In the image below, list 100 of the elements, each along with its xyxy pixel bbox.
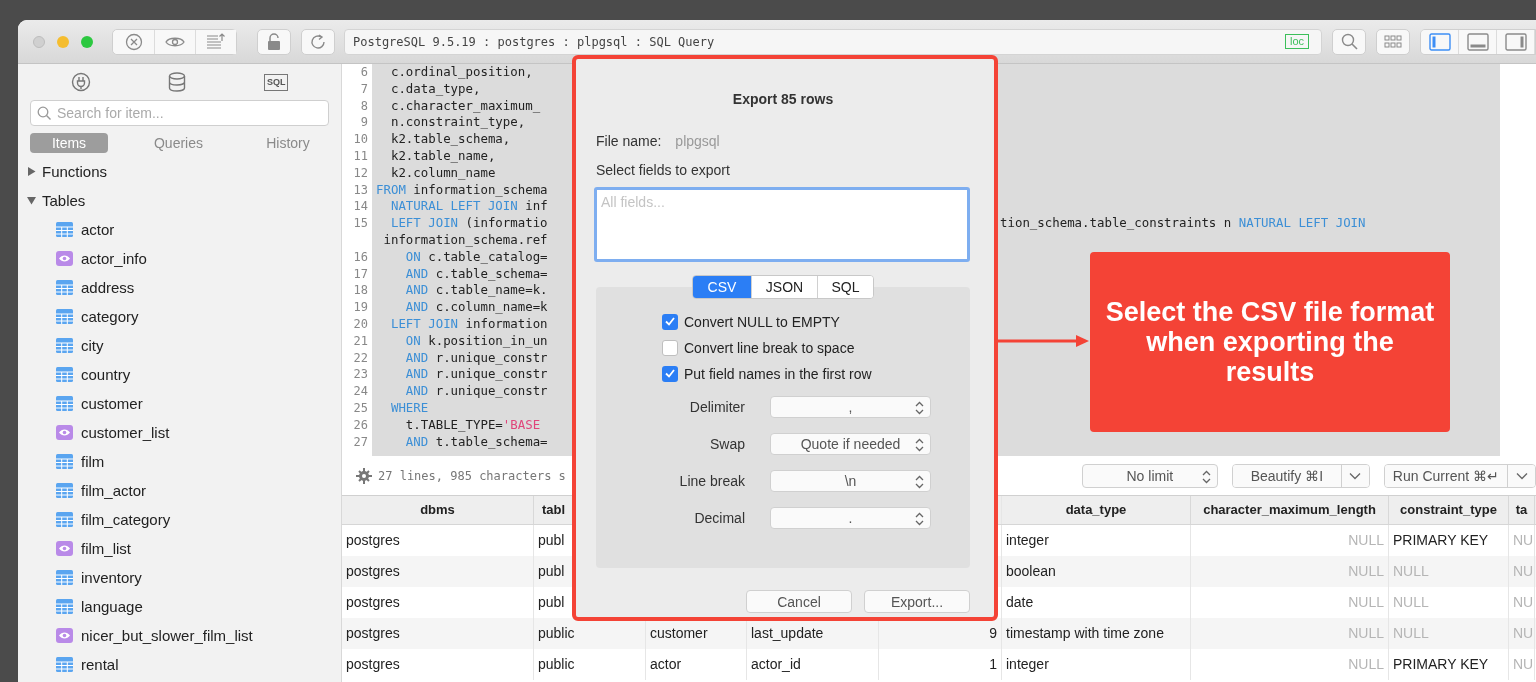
search-field[interactable]: Search for item... <box>30 100 329 126</box>
window-control-button[interactable] <box>81 35 93 48</box>
line-number: 12 <box>352 164 369 182</box>
tree-item[interactable]: nicer_but_slower_film_list <box>81 627 253 644</box>
checkbox[interactable] <box>662 339 678 356</box>
chevrons-icon <box>915 475 924 489</box>
tree-item[interactable]: Functions <box>42 163 108 180</box>
column-header[interactable]: data_type <box>1002 496 1191 524</box>
line-number: 7 <box>359 80 369 98</box>
table-cell: PRIMARY KEY <box>1389 649 1509 680</box>
tree-item[interactable]: inventory <box>81 569 142 586</box>
gear-icon[interactable] <box>356 467 372 484</box>
code-line: AND r.unique_constr <box>404 383 549 400</box>
table-icon <box>56 396 73 411</box>
code-line: AND r.unique_constr <box>404 349 549 367</box>
table-icon <box>56 338 73 353</box>
column-header[interactable]: dbms <box>342 496 534 524</box>
table-cell: boolean <box>1002 556 1191 587</box>
table-icon <box>56 599 73 614</box>
code-line: AND c.table_name=k. <box>404 282 549 300</box>
column-header[interactable]: character_maximum_length <box>1191 496 1389 524</box>
format-tab[interactable]: CSV <box>693 276 751 298</box>
column-header[interactable]: constraint_type <box>1389 496 1509 524</box>
code-line: WHERE <box>389 399 430 417</box>
setting-select[interactable]: \n <box>770 470 931 492</box>
tree-item[interactable]: address <box>81 279 135 296</box>
table-cell: NU <box>1509 618 1535 649</box>
line-number: 16 <box>352 248 369 266</box>
dropdown-button[interactable] <box>1340 464 1369 487</box>
column-header[interactable]: ta <box>1509 496 1535 524</box>
dialog-button[interactable]: Cancel <box>746 590 852 613</box>
tree-item[interactable]: city <box>81 337 104 354</box>
dialog-title: Export 85 rows <box>731 91 835 107</box>
line-number: 23 <box>352 366 369 384</box>
line-number: 24 <box>352 383 369 400</box>
check-icon <box>665 317 675 326</box>
caret-icon <box>1349 471 1362 480</box>
line-number: 15 <box>352 215 369 232</box>
layout-toggle[interactable] <box>1459 29 1497 54</box>
line-number: 17 <box>352 265 369 283</box>
table-cell: integer <box>1002 649 1191 680</box>
code-line: AND t.table_schema= <box>404 433 549 451</box>
code-line: tion_schema.table_constraints n NATURAL LEFT JOIN <box>1000 215 1367 232</box>
tree-item[interactable]: Tables <box>42 192 86 209</box>
search-button[interactable] <box>1332 28 1366 55</box>
code-line: information_schema.ref <box>382 231 549 249</box>
line-number: 11 <box>352 148 369 165</box>
checkbox[interactable] <box>662 313 678 330</box>
plug-icon[interactable] <box>70 72 91 92</box>
code-line: AND c.table_schema= <box>404 265 549 283</box>
table-icon <box>56 222 73 237</box>
setting-select[interactable]: . <box>770 507 931 529</box>
setting-select[interactable]: , <box>770 396 931 418</box>
left-panel-icon <box>1428 32 1451 51</box>
checkbox-label: Convert line break to space <box>684 339 855 356</box>
table-cell: actor_id <box>747 649 879 680</box>
tree-item[interactable]: customer <box>81 395 143 412</box>
dialog-button[interactable]: Export... <box>864 590 970 613</box>
collapsed-triangle-icon[interactable] <box>27 167 36 176</box>
table-icon <box>56 280 73 295</box>
tree-item[interactable]: rental <box>81 656 119 673</box>
tree-item[interactable]: film_list <box>81 540 131 557</box>
code-line: k2.table_name, <box>389 148 497 165</box>
database-icon[interactable] <box>168 72 187 92</box>
dropdown-button[interactable] <box>1507 464 1535 487</box>
toolbar-button[interactable] <box>301 28 335 55</box>
checkbox-label: Put field names in the first row <box>684 365 872 382</box>
toolbar-button[interactable] <box>257 28 291 55</box>
refresh-icon <box>310 33 326 50</box>
setting-label: Delimiter <box>688 399 745 415</box>
line-number: 6 <box>359 64 369 81</box>
toolbar-button[interactable] <box>1376 28 1410 55</box>
table-cell: timestamp with time zone <box>1002 618 1191 649</box>
line-number: 27 <box>352 433 369 451</box>
tree-item[interactable]: actor_info <box>81 250 147 267</box>
table-cell: NU <box>1509 649 1535 680</box>
tree-item[interactable]: country <box>81 366 131 383</box>
tree-item[interactable]: language <box>81 598 143 615</box>
tree-item[interactable]: category <box>81 308 139 325</box>
table-cell: NU <box>1509 556 1535 587</box>
tree-item[interactable]: film_actor <box>81 482 147 499</box>
format-tab[interactable]: SQL <box>817 276 873 298</box>
tree-item[interactable]: film <box>81 453 105 470</box>
fields-input[interactable]: All fields... <box>594 187 970 262</box>
checkbox[interactable] <box>662 365 678 382</box>
search-icon <box>37 106 51 120</box>
tree-item[interactable]: actor <box>81 221 115 238</box>
layout-toggle[interactable] <box>1497 29 1535 54</box>
tree-item[interactable]: customer_list <box>81 424 170 441</box>
line-number: 20 <box>352 315 369 333</box>
setting-select[interactable]: Quote if needed <box>770 433 931 455</box>
expanded-triangle-icon[interactable] <box>27 196 36 205</box>
table-icon <box>56 367 73 382</box>
connection-title: PostgreSQL 9.5.19 : postgres : plpgsql : SQL Query <box>353 34 715 49</box>
sql-file-icon[interactable]: SQL <box>264 73 289 91</box>
toolbar-button[interactable] <box>195 29 236 54</box>
tree-item[interactable]: film_category <box>81 511 171 528</box>
line-number: 25 <box>352 399 369 417</box>
layout-toggle[interactable] <box>1421 29 1459 54</box>
limit-select[interactable]: No limit <box>1081 463 1218 488</box>
